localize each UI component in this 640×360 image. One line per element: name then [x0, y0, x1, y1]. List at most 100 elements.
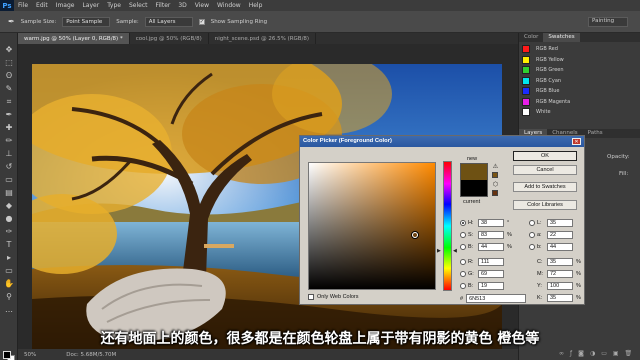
menu-3d[interactable]: 3D [174, 2, 190, 9]
zoom-level[interactable]: 50% [24, 352, 36, 358]
hue-arrow-right-icon[interactable]: ◀ [453, 248, 457, 254]
menu-image[interactable]: Image [52, 2, 79, 9]
saturation-brightness-field[interactable] [308, 162, 436, 290]
crop-tool-icon[interactable]: ⌗ [4, 97, 14, 107]
color-marker-icon[interactable] [412, 232, 418, 238]
document-tab-bar: warm.jpg @ 50% (Layer 0, RGB/8) * cool.j… [18, 33, 518, 44]
black-input[interactable]: 35 [547, 293, 573, 302]
green-input[interactable]: 69 [478, 269, 504, 278]
eyedropper-tool-icon[interactable]: ✒ [8, 17, 15, 26]
sample-size-select[interactable]: Point Sample [62, 16, 111, 27]
cyan-input[interactable]: 35 [547, 257, 573, 266]
web-safe-cube-icon[interactable]: ⬡ [492, 182, 499, 189]
menu-window[interactable]: Window [213, 2, 245, 9]
shape-tool-icon[interactable]: ▭ [4, 266, 14, 276]
swatch-item[interactable]: White [519, 107, 640, 118]
more-tools-icon[interactable]: … [4, 305, 14, 315]
cancel-button[interactable]: Cancel [513, 165, 577, 175]
menu-help[interactable]: Help [245, 2, 267, 9]
ok-button[interactable]: OK [513, 151, 577, 161]
gamut-swatch-icon[interactable] [492, 172, 498, 178]
foreground-color-swatch[interactable] [3, 351, 11, 359]
adjustment-icon[interactable]: ◑ [590, 350, 595, 357]
workspace-select[interactable]: Painting [588, 17, 628, 27]
mask-icon[interactable]: ◙ [578, 350, 584, 357]
lab-a-input[interactable]: 22 [547, 230, 573, 239]
gamut-warning-icon[interactable]: ⚠ [492, 164, 499, 171]
swatch-item[interactable]: RGB Yellow [519, 55, 640, 66]
hue-slider[interactable] [443, 161, 452, 291]
menu-file[interactable]: File [14, 2, 32, 9]
saturation-radio[interactable] [460, 231, 466, 238]
magenta-input[interactable]: 72 [547, 269, 573, 278]
lab-b-input[interactable]: 44 [547, 242, 573, 251]
blue-radio[interactable] [460, 282, 466, 289]
lasso-tool-icon[interactable]: ʘ [4, 71, 14, 81]
brightness-radio[interactable] [460, 243, 466, 250]
swatch-item[interactable]: RGB Magenta [519, 97, 640, 108]
menu-view[interactable]: View [191, 2, 213, 9]
healing-brush-icon[interactable]: ✚ [4, 123, 14, 133]
close-icon[interactable]: ✕ [572, 138, 581, 145]
quick-select-tool-icon[interactable]: ✎ [4, 84, 14, 94]
brightness-input[interactable]: 44 [478, 242, 504, 251]
zoom-tool-icon[interactable]: ⚲ [4, 292, 14, 302]
add-to-swatches-button[interactable]: Add to Swatches [513, 182, 577, 192]
tab-night-scene[interactable]: night_scene.psd @ 26.5% (RGB/8) [209, 33, 317, 44]
clone-stamp-icon[interactable]: ⊥ [4, 149, 14, 159]
color-libraries-button[interactable]: Color Libraries [513, 200, 577, 210]
swatch-item[interactable]: RGB Blue [519, 86, 640, 97]
eyedropper-icon[interactable]: ✒ [4, 110, 14, 120]
menu-select[interactable]: Select [125, 2, 152, 9]
only-web-colors-checkbox[interactable] [308, 294, 314, 300]
tab-paths[interactable]: Paths [583, 129, 608, 138]
hex-input[interactable]: 6N513 [466, 294, 527, 303]
tab-color[interactable]: Color [519, 33, 543, 42]
hue-arrow-left-icon[interactable]: ▶ [437, 248, 441, 254]
swatch-item[interactable]: RGB Red [519, 44, 640, 55]
lab-l-input[interactable]: 35 [547, 218, 573, 227]
dodge-tool-icon[interactable]: ● [4, 214, 14, 224]
move-tool-icon[interactable]: ✥ [4, 45, 14, 55]
saturation-input[interactable]: 83 [478, 230, 504, 239]
sample-select[interactable]: All Layers [144, 16, 193, 27]
green-radio[interactable] [460, 270, 466, 277]
blur-tool-icon[interactable]: ◆ [4, 201, 14, 211]
red-input[interactable]: 111 [478, 257, 504, 266]
tab-warm[interactable]: warm.jpg @ 50% (Layer 0, RGB/8) * [18, 33, 130, 44]
brush-tool-icon[interactable]: ✏ [4, 136, 14, 146]
pen-tool-icon[interactable]: ✑ [4, 227, 14, 237]
red-radio[interactable] [460, 258, 466, 265]
folder-icon[interactable]: ▭ [601, 350, 607, 357]
gradient-tool-icon[interactable]: ▤ [4, 188, 14, 198]
menu-edit[interactable]: Edit [32, 2, 52, 9]
lab-b-radio[interactable] [529, 243, 535, 250]
hand-tool-icon[interactable]: ✋ [4, 279, 14, 289]
eraser-tool-icon[interactable]: ▭ [4, 175, 14, 185]
hue-radio[interactable] [460, 219, 466, 226]
web-safe-swatch-icon[interactable] [492, 190, 498, 196]
new-layer-icon[interactable]: ▣ [613, 350, 619, 357]
show-sampling-ring-checkbox[interactable]: ✓ [198, 18, 205, 25]
blue-input[interactable]: 19 [478, 281, 504, 290]
swatch-item[interactable]: RGB Cyan [519, 76, 640, 87]
lab-a-radio[interactable] [529, 231, 535, 238]
tab-swatches[interactable]: Swatches [543, 33, 580, 42]
menu-layer[interactable]: Layer [78, 2, 103, 9]
trash-icon[interactable]: 🗑 [625, 350, 633, 357]
hue-input[interactable]: 38 [478, 218, 504, 227]
swatch-item[interactable]: RGB Green [519, 65, 640, 76]
current-color-swatch[interactable] [460, 180, 488, 197]
fx-icon[interactable]: ƒ [570, 350, 572, 357]
menu-filter[interactable]: Filter [152, 2, 175, 9]
path-select-tool-icon[interactable]: ▸ [4, 253, 14, 263]
yellow-input[interactable]: 100 [547, 281, 573, 290]
tab-cool[interactable]: cool.jpg @ 50% (RGB/8) [130, 33, 209, 44]
menu-type[interactable]: Type [103, 2, 125, 9]
saturation-field-row: S: 83 % [460, 230, 515, 239]
type-tool-icon[interactable]: T [4, 240, 14, 250]
marquee-tool-icon[interactable]: ⬚ [4, 58, 14, 68]
history-brush-icon[interactable]: ↺ [4, 162, 14, 172]
lab-l-radio[interactable] [529, 219, 535, 226]
link-icon[interactable]: ∞ [559, 350, 564, 357]
